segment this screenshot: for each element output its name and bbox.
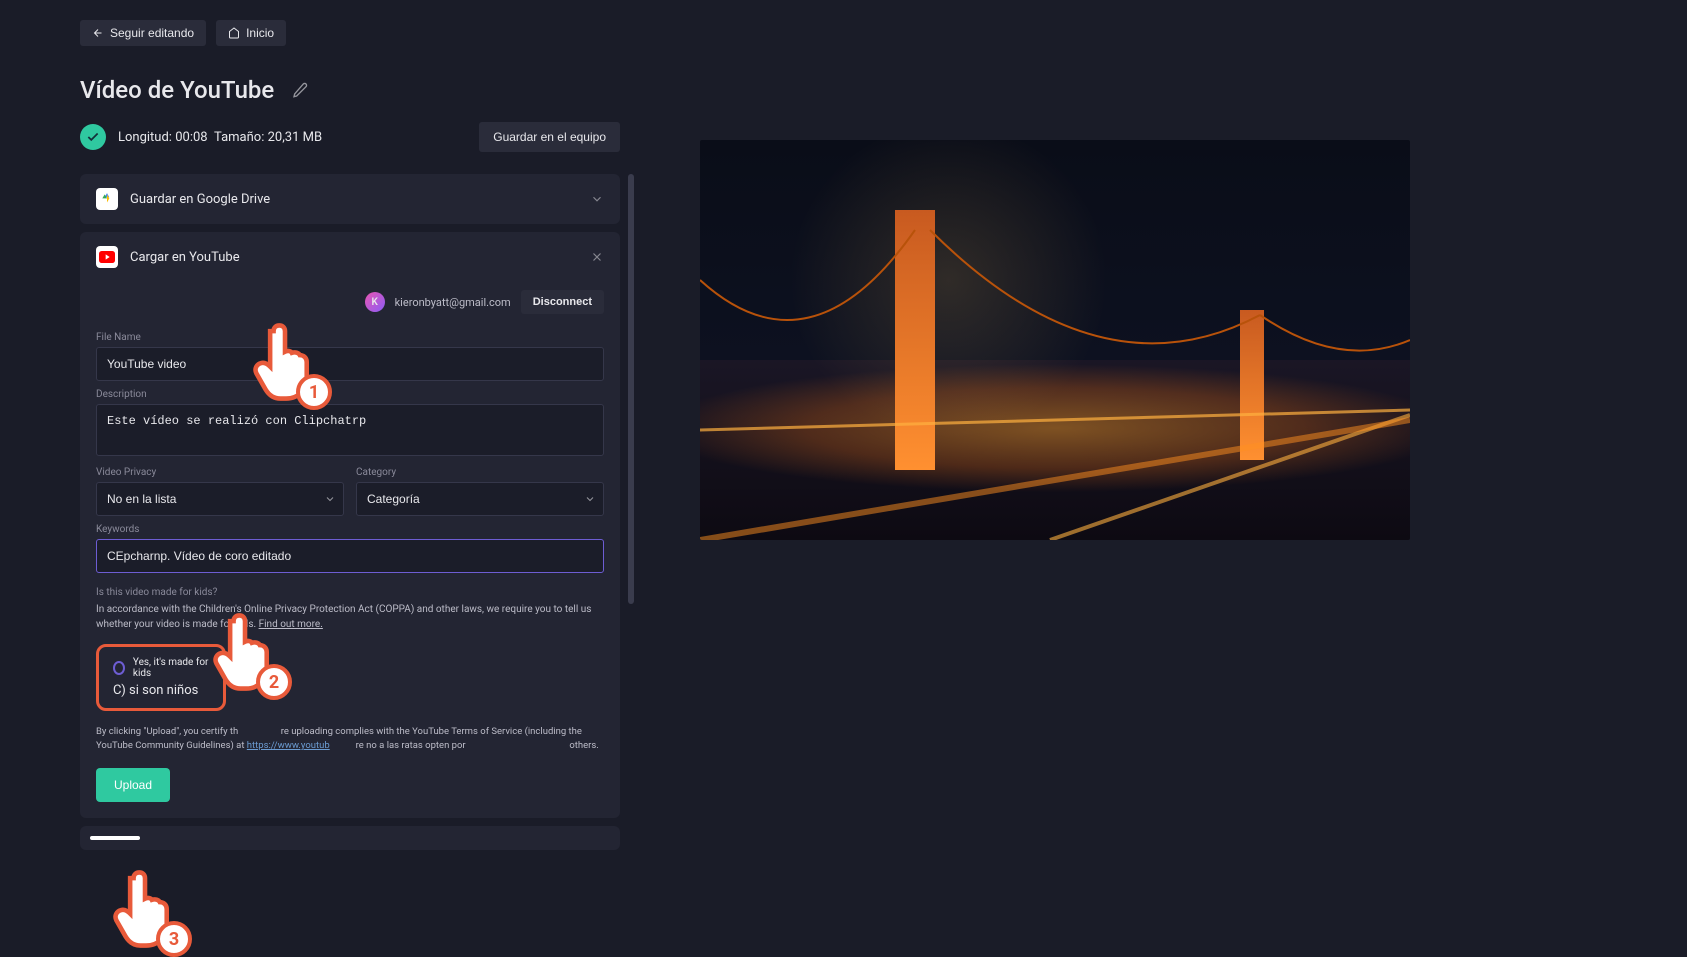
youtube-header[interactable]: Cargar en YouTube [80, 232, 620, 282]
kids-learn-more-link[interactable]: Find out more. [259, 619, 323, 630]
keywords-label: Keywords [96, 524, 604, 535]
account-avatar: K [365, 292, 385, 312]
home-label: Inicio [246, 26, 274, 40]
gdrive-label: Guardar en Google Drive [130, 192, 270, 207]
youtube-card: Cargar en YouTube K kieronbyatt@gmail.co… [80, 232, 620, 818]
keywords-input[interactable] [96, 539, 604, 573]
disconnect-button[interactable]: Disconnect [521, 290, 604, 314]
privacy-label: Video Privacy [96, 467, 344, 478]
gdrive-icon [96, 188, 118, 210]
video-preview [700, 140, 1410, 540]
account-email: kieronbyatt@gmail.com [395, 296, 511, 309]
back-label: Seguir editando [110, 26, 194, 40]
radio-icon [113, 661, 125, 675]
file-name-label: File Name [96, 332, 604, 343]
page-title: Vídeo de YouTube [80, 76, 274, 104]
file-name-input[interactable] [96, 347, 604, 381]
check-icon [80, 124, 106, 150]
video-meta: Longitud: 00:08 Tamaño: 20,31 MB [118, 130, 322, 145]
terms-link[interactable]: https://www.youtub [247, 740, 330, 751]
save-to-device-button[interactable]: Guardar en el equipo [479, 122, 620, 152]
home-icon [228, 27, 240, 39]
progress-bar [90, 836, 140, 840]
made-for-kids-option[interactable]: Yes, it's made for kids C) si son niños [96, 644, 226, 711]
scrollbar[interactable] [628, 174, 634, 649]
youtube-icon [96, 246, 118, 268]
top-nav: Seguir editando Inicio [80, 20, 620, 46]
description-label: Description [96, 389, 604, 400]
gdrive-card[interactable]: Guardar en Google Drive [80, 174, 620, 224]
upload-button[interactable]: Upload [96, 768, 170, 802]
category-select[interactable]: Categoría [356, 482, 604, 516]
kids-question: Is this video made for kids? [96, 587, 604, 598]
radio-label: Yes, it's made for kids [133, 657, 209, 679]
privacy-select[interactable]: No en la lista [96, 482, 344, 516]
kids-info: In accordance with the Children's Online… [96, 602, 604, 632]
pencil-icon[interactable] [292, 82, 308, 98]
radio-sublabel: C) si son niños [113, 683, 209, 698]
youtube-label: Cargar en YouTube [130, 250, 240, 265]
home-button[interactable]: Inicio [216, 20, 286, 46]
category-label: Category [356, 467, 604, 478]
close-icon[interactable] [590, 250, 604, 264]
terms-text: By clicking "Upload", you certify th re … [96, 725, 604, 754]
description-input[interactable] [96, 404, 604, 456]
progress-card [80, 826, 620, 850]
back-button[interactable]: Seguir editando [80, 20, 206, 46]
arrow-left-icon [92, 27, 104, 39]
chevron-down-icon [590, 192, 604, 206]
tutorial-hand-3: 3 [110, 869, 180, 949]
